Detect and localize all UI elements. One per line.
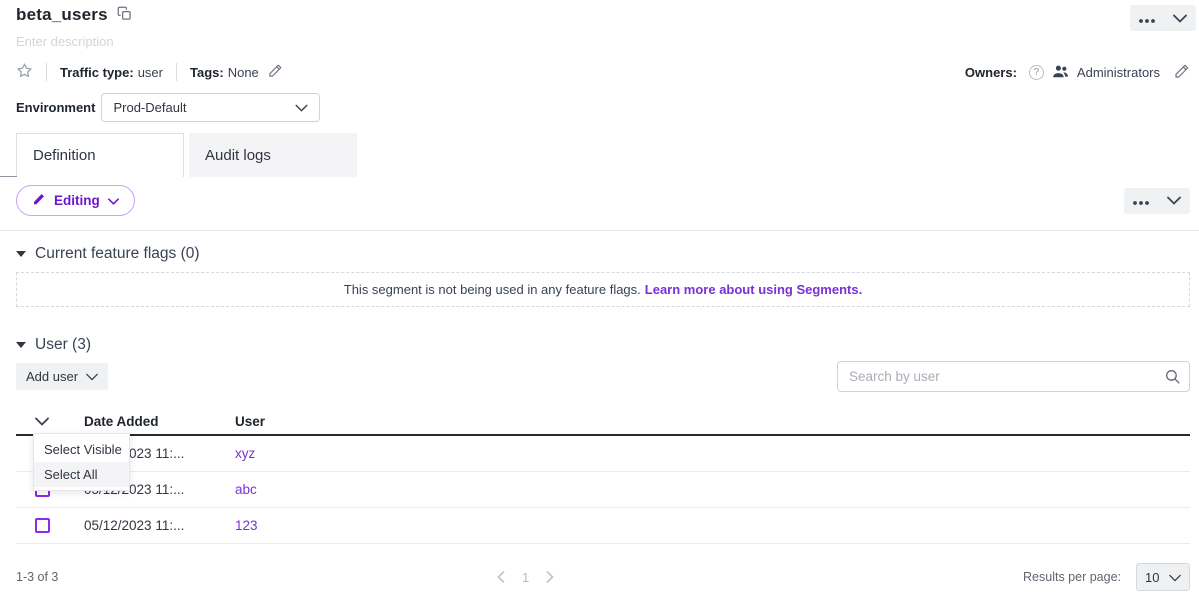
tags-label: Tags: <box>190 65 224 80</box>
editing-label: Editing <box>54 193 100 208</box>
pencil-icon <box>32 192 46 209</box>
collapse-definition-button[interactable] <box>1167 193 1181 208</box>
copy-name-button[interactable] <box>117 6 132 24</box>
search-input[interactable] <box>837 361 1190 392</box>
caret-down-icon <box>16 251 26 257</box>
results-per-page-select[interactable]: 10 <box>1136 563 1190 591</box>
editing-status-button[interactable]: Editing <box>16 185 135 216</box>
chevron-down-icon <box>1169 570 1181 585</box>
chevron-down-icon <box>1173 11 1187 26</box>
table-header-row: Date Added User <box>16 408 1190 436</box>
segment-detail-page: beta_users Enter description <box>0 0 1199 598</box>
table-row: 05/12/2023 11:... xyz <box>16 436 1190 472</box>
pencil-icon <box>268 63 283 81</box>
more-options-button[interactable] <box>1139 11 1155 26</box>
table-row: 05/12/2023 11:... 123 <box>16 508 1190 544</box>
page-title: beta_users <box>16 5 108 25</box>
owners-label: Owners: <box>965 65 1017 80</box>
feature-flags-heading[interactable]: Current feature flags (0) <box>0 245 1199 263</box>
user-link[interactable]: abc <box>235 482 257 497</box>
results-per-page-label: Results per page: <box>1023 570 1121 584</box>
table-footer: 1-3 of 3 1 Results per page: 10 <box>0 562 1199 592</box>
tab-definition[interactable]: Definition <box>16 133 184 177</box>
page-header: beta_users Enter description <box>0 0 1199 82</box>
menu-item-select-all[interactable]: Select All <box>34 462 129 487</box>
edit-tags-button[interactable] <box>268 63 283 81</box>
traffic-type-value: user <box>138 65 163 80</box>
more-options-button[interactable] <box>1133 193 1149 208</box>
copy-icon <box>117 6 132 24</box>
results-per-page-group: Results per page: 10 <box>1023 563 1190 591</box>
user-link[interactable]: xyz <box>235 446 255 461</box>
table-row: 05/12/2023 11:... abc <box>16 472 1190 508</box>
users-heading[interactable]: User (3) <box>0 336 1199 354</box>
users-controls: Add user <box>0 361 1199 392</box>
collapse-header-button[interactable] <box>1173 11 1187 26</box>
environment-value: Prod-Default <box>113 100 186 115</box>
current-page-number[interactable]: 1 <box>522 570 529 585</box>
star-icon <box>16 62 33 82</box>
description-placeholder[interactable]: Enter description <box>16 34 1183 49</box>
pencil-icon <box>1174 63 1190 82</box>
environment-label: Environment <box>16 100 95 115</box>
tab-corner-line <box>0 176 17 177</box>
search-wrap <box>837 361 1190 392</box>
chevron-down-icon <box>86 369 98 384</box>
owners-group: Owners: ? Administrators <box>965 63 1190 82</box>
divider <box>176 63 177 81</box>
user-link[interactable]: 123 <box>235 518 258 533</box>
section-divider <box>0 230 1199 231</box>
chevron-down-icon <box>1167 193 1181 208</box>
select-rows-chevron[interactable] <box>35 417 49 426</box>
menu-item-select-visible[interactable]: Select Visible <box>34 437 129 462</box>
traffic-type-label: Traffic type: <box>60 65 134 80</box>
row-checkbox[interactable] <box>35 518 50 533</box>
next-page-button[interactable] <box>546 571 554 583</box>
divider <box>46 63 47 81</box>
environment-select[interactable]: Prod-Default <box>101 93 320 122</box>
users-title: User (3) <box>35 336 91 354</box>
people-icon <box>1052 64 1069 81</box>
users-table: Date Added User 05/12/2023 11:... xyz 05… <box>16 408 1190 544</box>
environment-row: Environment Prod-Default <box>0 93 1199 122</box>
feature-flags-empty-state: This segment is not being used in any fe… <box>16 272 1190 307</box>
pagination: 1 <box>497 562 554 592</box>
tags-value: None <box>228 65 259 80</box>
add-user-button[interactable]: Add user <box>16 363 108 390</box>
ellipsis-icon <box>1139 11 1155 26</box>
definition-actions-group <box>1124 188 1190 214</box>
add-user-label: Add user <box>26 369 78 384</box>
tab-bar: Definition Audit logs <box>0 133 1199 177</box>
empty-state-text: This segment is not being used in any fe… <box>344 282 641 297</box>
column-header-user: User <box>235 414 1190 429</box>
results-per-page-value: 10 <box>1145 570 1159 585</box>
select-rows-menu: Select Visible Select All <box>33 433 130 491</box>
tab-audit-logs[interactable]: Audit logs <box>189 133 357 177</box>
prev-page-button[interactable] <box>497 571 505 583</box>
meta-row: Traffic type: user Tags: None Owners: ? … <box>16 62 1183 82</box>
definition-toolbar: Editing <box>0 185 1199 216</box>
question-circle-icon[interactable]: ? <box>1029 65 1044 80</box>
users-section: User (3) Add user <box>0 336 1199 592</box>
caret-down-icon <box>16 342 26 348</box>
learn-more-link[interactable]: Learn more about using Segments. <box>645 282 862 297</box>
header-actions-group <box>1130 5 1196 31</box>
owners-value: Administrators <box>1077 65 1160 80</box>
feature-flags-title: Current feature flags (0) <box>35 245 200 263</box>
results-range: 1-3 of 3 <box>16 570 58 584</box>
chevron-down-icon <box>108 193 119 208</box>
favorite-star-button[interactable] <box>16 62 33 82</box>
column-header-date: Date Added <box>84 414 235 429</box>
row-date: 05/12/2023 11:... <box>84 518 235 533</box>
search-icon <box>1164 368 1181 390</box>
feature-flags-section: Current feature flags (0) This segment i… <box>0 245 1199 307</box>
ellipsis-icon <box>1133 193 1149 208</box>
edit-owners-button[interactable] <box>1174 63 1190 82</box>
chevron-down-icon <box>295 100 308 115</box>
